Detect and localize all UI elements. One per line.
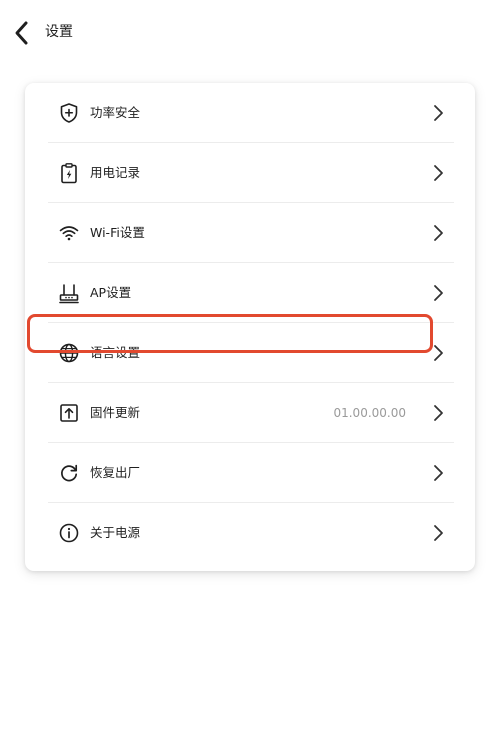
menu-item-ap-settings[interactable]: AP设置 <box>48 263 454 323</box>
chevron-left-icon <box>15 21 28 45</box>
menu-item-about-power[interactable]: 关于电源 <box>48 503 454 563</box>
chevron-right-icon <box>432 284 444 302</box>
menu-item-label: 恢复出厂 <box>90 465 141 480</box>
globe-icon <box>58 342 80 364</box>
menu-item-label: 关于电源 <box>90 525 141 540</box>
chevron-right-icon <box>432 464 444 482</box>
menu-item-firmware-update[interactable]: 固件更新 01.00.00.00 <box>48 383 454 443</box>
shield-plus-icon <box>58 102 80 124</box>
info-icon <box>58 522 80 544</box>
chevron-right-icon <box>432 104 444 122</box>
page-title: 设置 <box>45 24 73 40</box>
menu-item-label: AP设置 <box>90 285 132 300</box>
menu-item-language-settings[interactable]: 语言设置 <box>48 323 454 383</box>
menu-item-factory-reset[interactable]: 恢复出厂 <box>48 443 454 503</box>
menu-item-wifi-settings[interactable]: Wi-Fi设置 <box>48 203 454 263</box>
refresh-icon <box>58 462 80 484</box>
menu-item-label: Wi-Fi设置 <box>90 225 145 240</box>
firmware-version: 01.00.00.00 <box>333 406 406 420</box>
chevron-right-icon <box>432 164 444 182</box>
settings-card: 功率安全 用电记录 Wi-Fi设置 AP设置 语言设置 固件更新 01.00.0… <box>25 83 475 571</box>
upload-box-icon <box>58 402 80 424</box>
top-bar: 设置 <box>0 0 500 64</box>
router-icon <box>58 282 80 304</box>
menu-item-label: 固件更新 <box>90 405 141 420</box>
menu-item-label: 用电记录 <box>90 165 141 180</box>
chevron-right-icon <box>432 524 444 542</box>
chevron-right-icon <box>432 404 444 422</box>
chevron-right-icon <box>432 344 444 362</box>
back-button[interactable] <box>10 18 36 48</box>
chevron-right-icon <box>432 224 444 242</box>
menu-item-label: 语言设置 <box>90 345 141 360</box>
menu-item-power-records[interactable]: 用电记录 <box>48 143 454 203</box>
menu-item-label: 功率安全 <box>90 105 141 120</box>
wifi-icon <box>58 222 80 244</box>
clipboard-bolt-icon <box>58 162 80 184</box>
menu-item-power-safety[interactable]: 功率安全 <box>48 83 454 143</box>
